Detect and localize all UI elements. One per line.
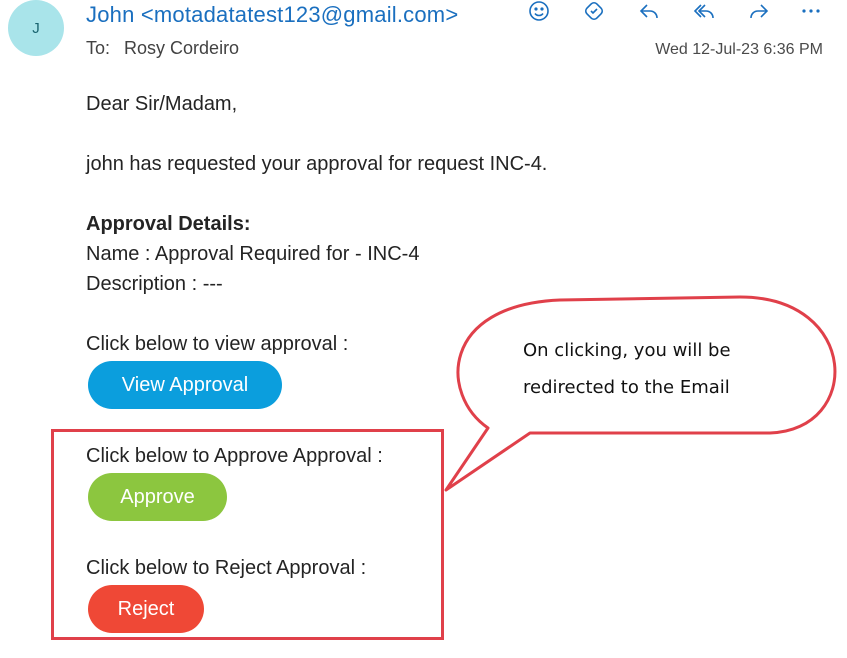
sender-name[interactable]: John <motadatatest123@gmail.com> — [86, 2, 458, 28]
name-line: Name : Approval Required for - INC-4 — [86, 243, 420, 265]
callout-line-1: On clicking, you will be — [523, 340, 731, 361]
details-heading: Approval Details: — [86, 213, 251, 235]
approve-prompt: Click below to Approve Approval : — [86, 445, 383, 467]
greeting: Dear Sir/Madam, — [86, 93, 238, 115]
approve-label: Approve — [120, 485, 195, 508]
reject-prompt: Click below to Reject Approval : — [86, 557, 367, 579]
more-button[interactable] — [794, 0, 828, 26]
view-prompt: Click below to view approval : — [86, 333, 349, 355]
forward-icon — [750, 4, 769, 19]
sender-avatar[interactable]: J — [8, 0, 64, 56]
avatar-initial: J — [32, 19, 40, 37]
sticker-icon — [584, 1, 604, 21]
emoji-button[interactable] — [522, 0, 556, 26]
reply-icon — [639, 4, 658, 19]
description-line: Description : --- — [86, 273, 223, 295]
message-timestamp: Wed 12-Jul-23 6:36 PM — [655, 41, 823, 58]
reply-all-icon — [693, 4, 714, 19]
reject-label: Reject — [117, 597, 175, 620]
recipient-name[interactable]: Rosy Cordeiro — [124, 38, 239, 58]
recipient-line: To: Rosy Cordeiro — [86, 38, 239, 59]
reply-all-button[interactable] — [687, 0, 721, 26]
request-line: john has requested your approval for req… — [86, 153, 548, 175]
callout-line-2: redirected to the Email — [523, 377, 730, 398]
view-approval-button[interactable]: View Approval — [88, 361, 282, 409]
sticker-button[interactable] — [577, 0, 611, 26]
emoji-icon — [529, 1, 549, 21]
more-icon — [802, 9, 820, 13]
forward-button[interactable] — [742, 0, 776, 26]
to-label: To: — [86, 38, 111, 58]
view-approval-label: View Approval — [121, 373, 249, 396]
approve-button[interactable]: Approve — [88, 473, 227, 521]
annotation-callout-text: On clicking, you will be redirected to t… — [523, 332, 803, 406]
reject-button[interactable]: Reject — [88, 585, 204, 633]
reply-button[interactable] — [632, 0, 666, 26]
